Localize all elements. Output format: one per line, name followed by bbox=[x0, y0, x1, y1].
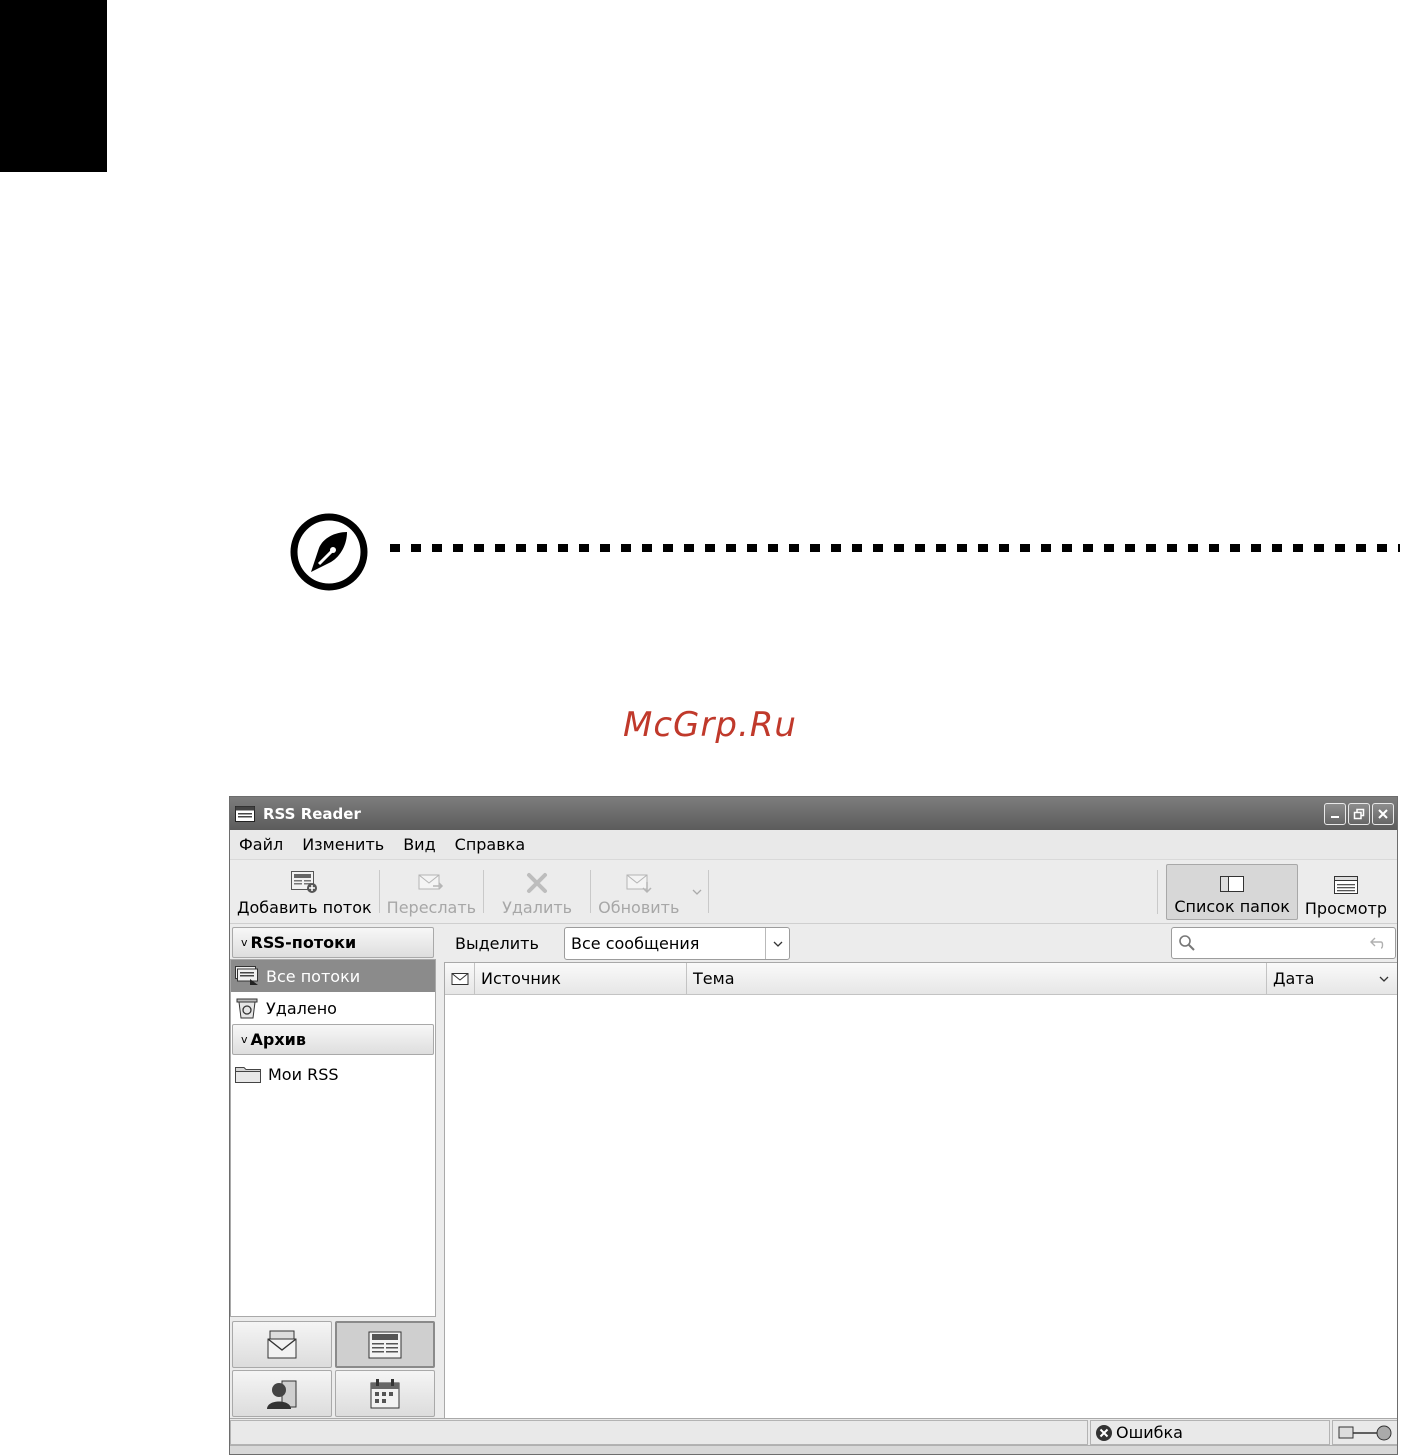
news-app-icon bbox=[368, 1331, 402, 1358]
message-list-header: Источник Тема Дата bbox=[445, 963, 1397, 995]
section-archive-label: Архив bbox=[250, 1030, 307, 1049]
status-error-label: Ошибка bbox=[1116, 1423, 1183, 1442]
preview-pane-icon bbox=[1333, 876, 1358, 894]
chevron-down-icon: v bbox=[241, 1033, 248, 1046]
folder-icon bbox=[235, 1067, 261, 1083]
feeds-stack-icon bbox=[235, 966, 258, 985]
toolbar: Добавить поток Переслать Удалить Обновит… bbox=[230, 859, 1397, 923]
envelope-icon bbox=[451, 972, 469, 985]
note-pen-icon bbox=[290, 513, 368, 591]
message-list[interactable]: Источник Тема Дата bbox=[444, 962, 1397, 1419]
message-filter-select[interactable]: Все сообщения bbox=[564, 927, 790, 960]
refresh-dropdown[interactable] bbox=[686, 860, 708, 923]
mail-app-icon bbox=[267, 1330, 297, 1358]
forward-button[interactable]: Переслать bbox=[380, 860, 483, 923]
nav-calendar-button[interactable] bbox=[335, 1370, 435, 1417]
section-rss-feeds-label: RSS-потоки bbox=[250, 933, 357, 952]
folder-list-icon bbox=[1220, 876, 1245, 892]
nav-contacts-button[interactable] bbox=[232, 1370, 332, 1417]
status-message bbox=[230, 1420, 1088, 1445]
network-connection-icon bbox=[1338, 1425, 1392, 1440]
preview-button[interactable]: Просмотр bbox=[1298, 860, 1397, 924]
folder-tree: Все потоки Удалено bbox=[230, 959, 436, 1317]
connection-status[interactable] bbox=[1332, 1420, 1397, 1445]
window-title: RSS Reader bbox=[263, 804, 361, 823]
close-button[interactable] bbox=[1372, 802, 1394, 825]
status-error[interactable]: Ошибка bbox=[1090, 1420, 1330, 1445]
menu-view[interactable]: Вид bbox=[403, 835, 435, 854]
refresh-button[interactable]: Обновить bbox=[591, 860, 686, 923]
rss-reader-window: RSS Reader Файл Изменить Вид Справка Доб… bbox=[229, 796, 1398, 1455]
folder-list-label: Список папок bbox=[1174, 897, 1290, 916]
my-rss-label: Мои RSS bbox=[268, 1064, 339, 1084]
contacts-app-icon bbox=[267, 1380, 297, 1409]
minimize-icon bbox=[1331, 815, 1339, 818]
column-date[interactable]: Дата bbox=[1266, 963, 1397, 994]
forward-label: Переслать bbox=[386, 898, 477, 917]
column-subject[interactable]: Тема bbox=[686, 963, 1266, 994]
menu-file[interactable]: Файл bbox=[239, 835, 283, 854]
title-bar[interactable]: RSS Reader bbox=[230, 797, 1397, 830]
sidebar: v RSS-потоки Все потоки Удалено v Архив … bbox=[230, 924, 436, 1419]
minimize-button[interactable] bbox=[1324, 802, 1346, 825]
deleted-label: Удалено bbox=[266, 998, 337, 1018]
black-side-tab bbox=[0, 0, 107, 172]
menu-help[interactable]: Справка bbox=[455, 835, 526, 854]
restore-icon bbox=[1353, 808, 1365, 819]
trash-icon bbox=[236, 998, 258, 1019]
menu-edit[interactable]: Изменить bbox=[302, 835, 384, 854]
sort-chevron-down-icon bbox=[1379, 976, 1389, 982]
all-feeds-label: Все потоки bbox=[266, 966, 361, 986]
filter-label: Выделить bbox=[455, 933, 539, 953]
chevron-down-icon bbox=[765, 928, 789, 959]
menu-bar: Файл Изменить Вид Справка bbox=[230, 830, 1397, 859]
preview-label: Просмотр bbox=[1304, 899, 1387, 918]
nav-news-button[interactable] bbox=[335, 1321, 435, 1368]
sidebar-item-deleted[interactable]: Удалено bbox=[231, 992, 435, 1024]
delete-button[interactable]: Удалить bbox=[484, 860, 590, 923]
folder-list-button[interactable]: Список папок bbox=[1166, 864, 1298, 920]
search-input[interactable] bbox=[1171, 927, 1396, 959]
calendar-app-icon bbox=[370, 1378, 400, 1408]
content-area: v RSS-потоки Все потоки Удалено v Архив … bbox=[230, 923, 1397, 1419]
news-add-icon bbox=[291, 871, 318, 893]
column-date-label: Дата bbox=[1273, 969, 1315, 988]
error-icon bbox=[1096, 1424, 1112, 1441]
message-filter-value: Все сообщения bbox=[571, 934, 700, 953]
toolbar-separator bbox=[708, 870, 710, 913]
column-source[interactable]: Источник bbox=[474, 963, 686, 994]
mail-forward-icon bbox=[418, 874, 444, 890]
message-panel: Выделить Все сообщения Источник Тема Дат… bbox=[444, 924, 1397, 1419]
column-subject-label: Тема bbox=[693, 969, 735, 988]
refresh-label: Обновить bbox=[598, 898, 680, 917]
delete-x-icon bbox=[527, 873, 548, 893]
clear-search-icon[interactable] bbox=[1369, 936, 1385, 950]
chevron-down-icon: v bbox=[241, 936, 248, 949]
search-icon bbox=[1179, 935, 1195, 951]
section-archive[interactable]: v Архив bbox=[232, 1024, 434, 1055]
taskbar-edge bbox=[230, 1445, 1397, 1454]
watermark: McGrp.Ru bbox=[623, 705, 797, 745]
close-icon bbox=[1378, 808, 1388, 819]
sidebar-item-all-feeds[interactable]: Все потоки bbox=[231, 960, 435, 992]
mail-refresh-icon bbox=[626, 874, 652, 894]
chevron-down-icon bbox=[692, 889, 702, 895]
app-window-icon bbox=[235, 805, 255, 822]
toolbar-separator bbox=[1157, 870, 1159, 914]
delete-label: Удалить bbox=[502, 898, 573, 917]
nav-mail-button[interactable] bbox=[232, 1321, 332, 1368]
sidebar-item-my-rss[interactable]: Мои RSS bbox=[231, 1058, 435, 1090]
note-divider bbox=[390, 544, 1400, 552]
section-rss-feeds[interactable]: v RSS-потоки bbox=[232, 927, 434, 958]
status-bar: Ошибка bbox=[230, 1418, 1397, 1445]
add-feed-label: Добавить поток bbox=[237, 898, 372, 917]
column-source-label: Источник bbox=[481, 969, 561, 988]
page: McGrp.Ru RSS Reader Файл Изменить Вид Сп… bbox=[0, 0, 1405, 1455]
add-feed-button[interactable]: Добавить поток bbox=[230, 860, 379, 923]
restore-button[interactable] bbox=[1348, 802, 1370, 825]
